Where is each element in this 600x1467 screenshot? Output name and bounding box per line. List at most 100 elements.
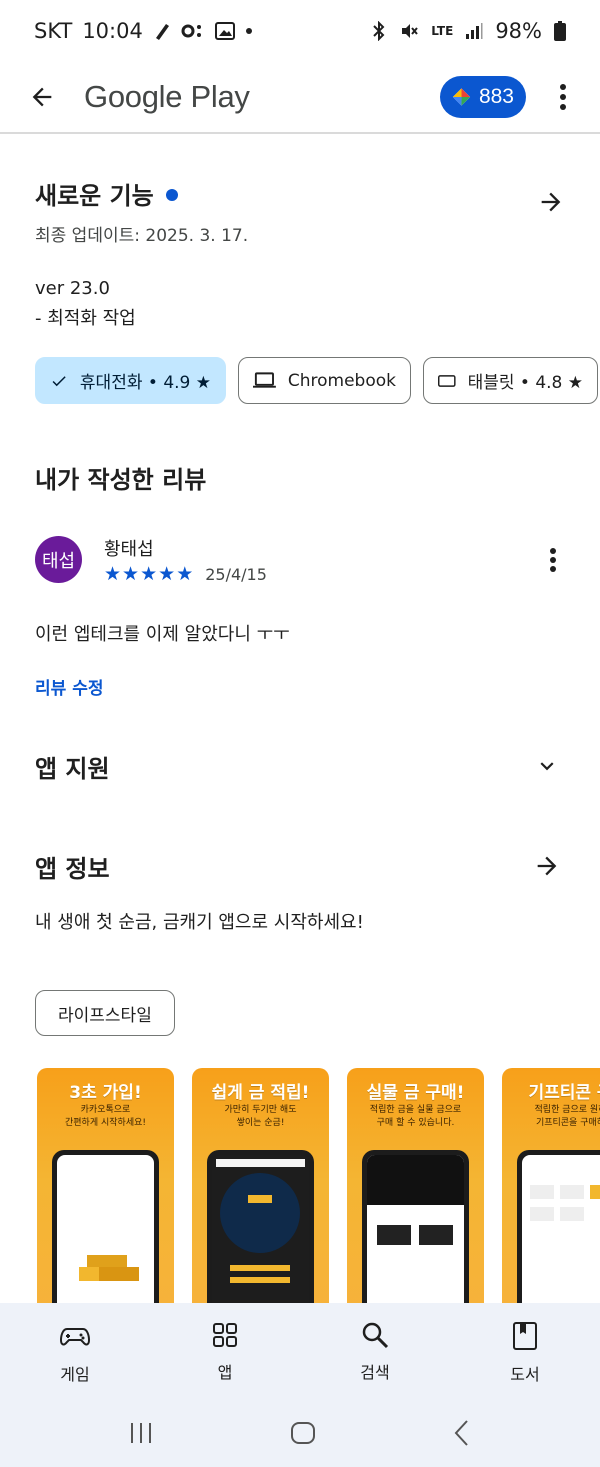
app-support-title: 앱 지원 [35,754,110,783]
phone-screen [522,1155,600,1318]
screenshot-card[interactable]: 기프티콘 구 적립한 금으로 원하 기프티콘을 구매하 [502,1068,600,1318]
star-icon: ★ [104,563,122,585]
app-info-arrow-button[interactable] [529,848,565,884]
screenshot-subtitle: 가만히 두기만 해도 쌓이는 순금! [224,1105,297,1128]
app-description: 내 생애 첫 순금, 금캐기 앱으로 시작하세요! [35,912,364,933]
chevron-down-icon [540,762,554,771]
screenshot-title: 기프티콘 구 [528,1083,600,1103]
version-text: ver 23.0 [35,278,110,299]
nav-item-books[interactable]: 도서 [450,1303,600,1403]
screenshot-card[interactable]: 3초 가입! 카카오톡으로 간편하게 시작하세요! [37,1068,174,1318]
chip-chromebook[interactable]: Chromebook [238,357,411,404]
dot-icon [245,27,253,35]
battery-icon [554,21,566,41]
bluetooth-icon [371,21,387,41]
system-navigation-bar [0,1403,600,1467]
play-points-icon [452,88,471,106]
expand-button[interactable] [529,748,565,784]
phone-mockup [207,1150,314,1318]
arrow-forward-icon [541,192,561,212]
home-button[interactable] [290,1420,316,1450]
gold-bar-icon [77,1255,139,1315]
new-indicator-dot [165,188,178,201]
search-icon [362,1322,389,1349]
chevron-left-icon [454,1420,468,1446]
app-info-section[interactable]: 앱 정보 [35,848,565,884]
phone-screen [57,1155,154,1318]
screenshot-subtitle: 적립한 금을 실물 금으로 구매 할 수 있습니다. [369,1105,462,1128]
store-banner-icon [367,1155,464,1245]
bottom-navigation: 게임 앱 검색 도서 [0,1303,600,1403]
book-icon [513,1322,537,1350]
screenshot-subtitle: 카카오톡으로 간편하게 시작하세요! [65,1105,146,1128]
screenshot-title: 쉽게 금 적립! [211,1083,310,1103]
back-button[interactable] [24,79,60,115]
mute-icon [399,21,419,41]
notification-icon [153,21,171,41]
app-support-section[interactable]: 앱 지원 [35,748,565,784]
top-app-bar: Google Play 883 [0,62,600,134]
whats-new-title: 새로운 기능 [35,182,154,210]
reviewer-name: 황태섭 [104,539,154,560]
chip-chromebook-label: Chromebook [287,370,396,391]
screenshot-title: 실물 금 구매! [366,1083,465,1103]
app-bar-title: Google Play [84,79,250,114]
tablet-icon [438,374,456,387]
clock: 10:04 [82,19,143,43]
home-icon [291,1422,315,1444]
more-vert-icon [550,547,556,572]
arrow-forward-icon [537,856,557,876]
phone-mockup [517,1150,600,1318]
chip-tablet-label: 태블릿 • 4.8 ★ [467,373,583,393]
phone-screen [212,1155,309,1318]
screenshot-subtitle: 적립한 금으로 원하 기프티콘을 구매하 [534,1105,600,1128]
points-count: 883 [478,85,514,108]
play-points-button[interactable]: 883 [440,76,526,118]
screenshot-carousel[interactable]: 3초 가입! 카카오톡으로 간편하게 시작하세요! 쉽게 금 적립! 가만히 두… [37,1068,600,1318]
check-icon [52,375,66,386]
brand-grid-icon [530,1185,600,1221]
apps-grid-icon [213,1323,237,1347]
phone-mockup [362,1150,469,1318]
chip-tablet[interactable]: 태블릿 • 4.8 ★ [423,357,598,404]
nav-label-books: 도서 [510,1365,540,1384]
phone-mockup [52,1150,159,1318]
star-icon: ★ [176,563,194,585]
nav-label-games: 게임 [60,1365,90,1384]
last-updated-text: 최종 업데이트: 2025. 3. 17. [35,226,249,246]
review-more-button[interactable] [541,540,565,580]
category-chip[interactable]: 라이프스타일 [35,990,175,1036]
screenshot-title: 3초 가입! [69,1083,142,1103]
signal-icon [465,22,483,40]
back-nav-button[interactable] [452,1419,472,1451]
arrow-back-icon [32,87,52,107]
recents-icon [131,1423,151,1443]
chip-phone[interactable]: 휴대전화 • 4.9 ★ [35,357,226,404]
chip-phone-label: 휴대전화 • 4.9 ★ [79,373,211,393]
nav-item-search[interactable]: 검색 [300,1303,450,1403]
reviewer-row: 태섭 황태섭 ★ ★ ★ ★ ★ 25/4/15 [35,535,565,584]
more-options-button[interactable] [548,77,578,117]
nav-item-apps[interactable]: 앱 [150,1303,300,1403]
nav-item-games[interactable]: 게임 [0,1303,150,1403]
recents-button[interactable] [128,1421,154,1449]
phone-screen [367,1155,464,1318]
release-note-text: - 최적화 작업 [35,308,136,329]
device-chip-group: 휴대전화 • 4.9 ★ Chromebook 태블릿 • 4.8 ★ [35,357,598,404]
screenshot-card[interactable]: 실물 금 구매! 적립한 금을 실물 금으로 구매 할 수 있습니다. [347,1068,484,1318]
battery-percent: 98% [495,19,542,43]
whats-new-arrow-button[interactable] [537,188,565,220]
network-type-label: LTE [431,24,454,38]
whats-new-section[interactable]: 새로운 기능 최종 업데이트: 2025. 3. 17. ver 23.0 - … [35,176,565,334]
screenshot-card[interactable]: 쉽게 금 적립! 가만히 두기만 해도 쌓이는 순금! [192,1068,329,1318]
edit-review-link[interactable]: 리뷰 수정 [35,674,565,699]
review-text: 이런 엡테크를 이제 알았다니 ㅜㅜ [35,624,290,645]
avatar: 태섭 [35,536,82,583]
star-rating: ★ ★ ★ ★ ★ [104,565,193,584]
my-review-title: 내가 작성한 리뷰 [35,466,207,494]
more-vert-icon [560,84,566,110]
gold-circle-icon [216,1159,305,1283]
nav-label-apps: 앱 [217,1363,233,1382]
carrier-label: SKT [34,19,73,43]
star-icon: ★ [158,563,176,585]
